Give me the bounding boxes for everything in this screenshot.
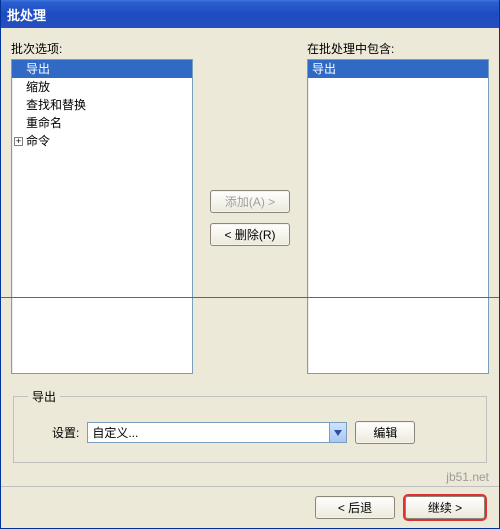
add-button-label: 添加(A) > — [225, 195, 275, 209]
dialog-body: 批次选项: 导出 缩放 查找和替换 重命名 + — [1, 28, 499, 486]
next-button[interactable]: 继续 > — [405, 496, 485, 519]
list-item-label: 导出 — [312, 62, 336, 76]
export-group: 导出 设置: 自定义... 编辑 — [13, 388, 487, 463]
tree-expand-icon[interactable]: + — [14, 137, 23, 146]
settings-combo-value: 自定义... — [92, 424, 138, 441]
list-item-label: 导出 — [26, 62, 50, 76]
tree-item-label: 命令 — [26, 133, 50, 149]
add-button[interactable]: 添加(A) > — [210, 190, 290, 213]
edit-button[interactable]: 编辑 — [355, 421, 415, 444]
export-legend: 导出 — [28, 388, 60, 405]
included-list[interactable]: 导出 — [307, 59, 489, 374]
back-button-label: < 后退 — [338, 501, 372, 515]
edit-button-label: 编辑 — [373, 426, 397, 440]
chevron-down-icon[interactable] — [329, 423, 346, 442]
columns: 批次选项: 导出 缩放 查找和替换 重命名 + — [11, 40, 489, 374]
right-column: 在批处理中包含: 导出 — [307, 40, 489, 374]
window-title: 批处理 — [7, 5, 46, 24]
title-bar: 批处理 — [1, 0, 499, 28]
remove-button-label: < 删除(R) — [224, 228, 275, 242]
settings-row: 设置: 自定义... 编辑 — [28, 421, 472, 444]
list-item-label: 缩放 — [26, 80, 50, 94]
left-list-label: 批次选项: — [11, 40, 193, 57]
list-item-label: 重命名 — [26, 116, 62, 130]
dialog-footer: < 后退 继续 > — [1, 486, 499, 528]
back-button[interactable]: < 后退 — [315, 496, 395, 519]
settings-label: 设置: — [28, 424, 79, 441]
list-item[interactable]: 缩放 — [12, 78, 192, 96]
batch-window: 批处理 批次选项: 导出 缩放 查找和替换 重命名 — [0, 0, 500, 529]
list-item[interactable]: 重命名 — [12, 114, 192, 132]
batch-options-list[interactable]: 导出 缩放 查找和替换 重命名 + 命令 — [11, 59, 193, 374]
remove-button[interactable]: < 删除(R) — [210, 223, 290, 246]
tree-item-commands[interactable]: + 命令 — [12, 132, 192, 150]
left-column: 批次选项: 导出 缩放 查找和替换 重命名 + — [11, 40, 193, 374]
right-list-label: 在批处理中包含: — [307, 40, 489, 57]
list-item[interactable]: 查找和替换 — [12, 96, 192, 114]
middle-column: 添加(A) > < 删除(R) — [193, 40, 307, 246]
next-button-label: 继续 > — [428, 501, 462, 515]
settings-combo[interactable]: 自定义... — [87, 422, 347, 443]
list-item-label: 查找和替换 — [26, 98, 86, 112]
list-item[interactable]: 导出 — [12, 60, 192, 78]
list-item[interactable]: 导出 — [308, 60, 488, 78]
